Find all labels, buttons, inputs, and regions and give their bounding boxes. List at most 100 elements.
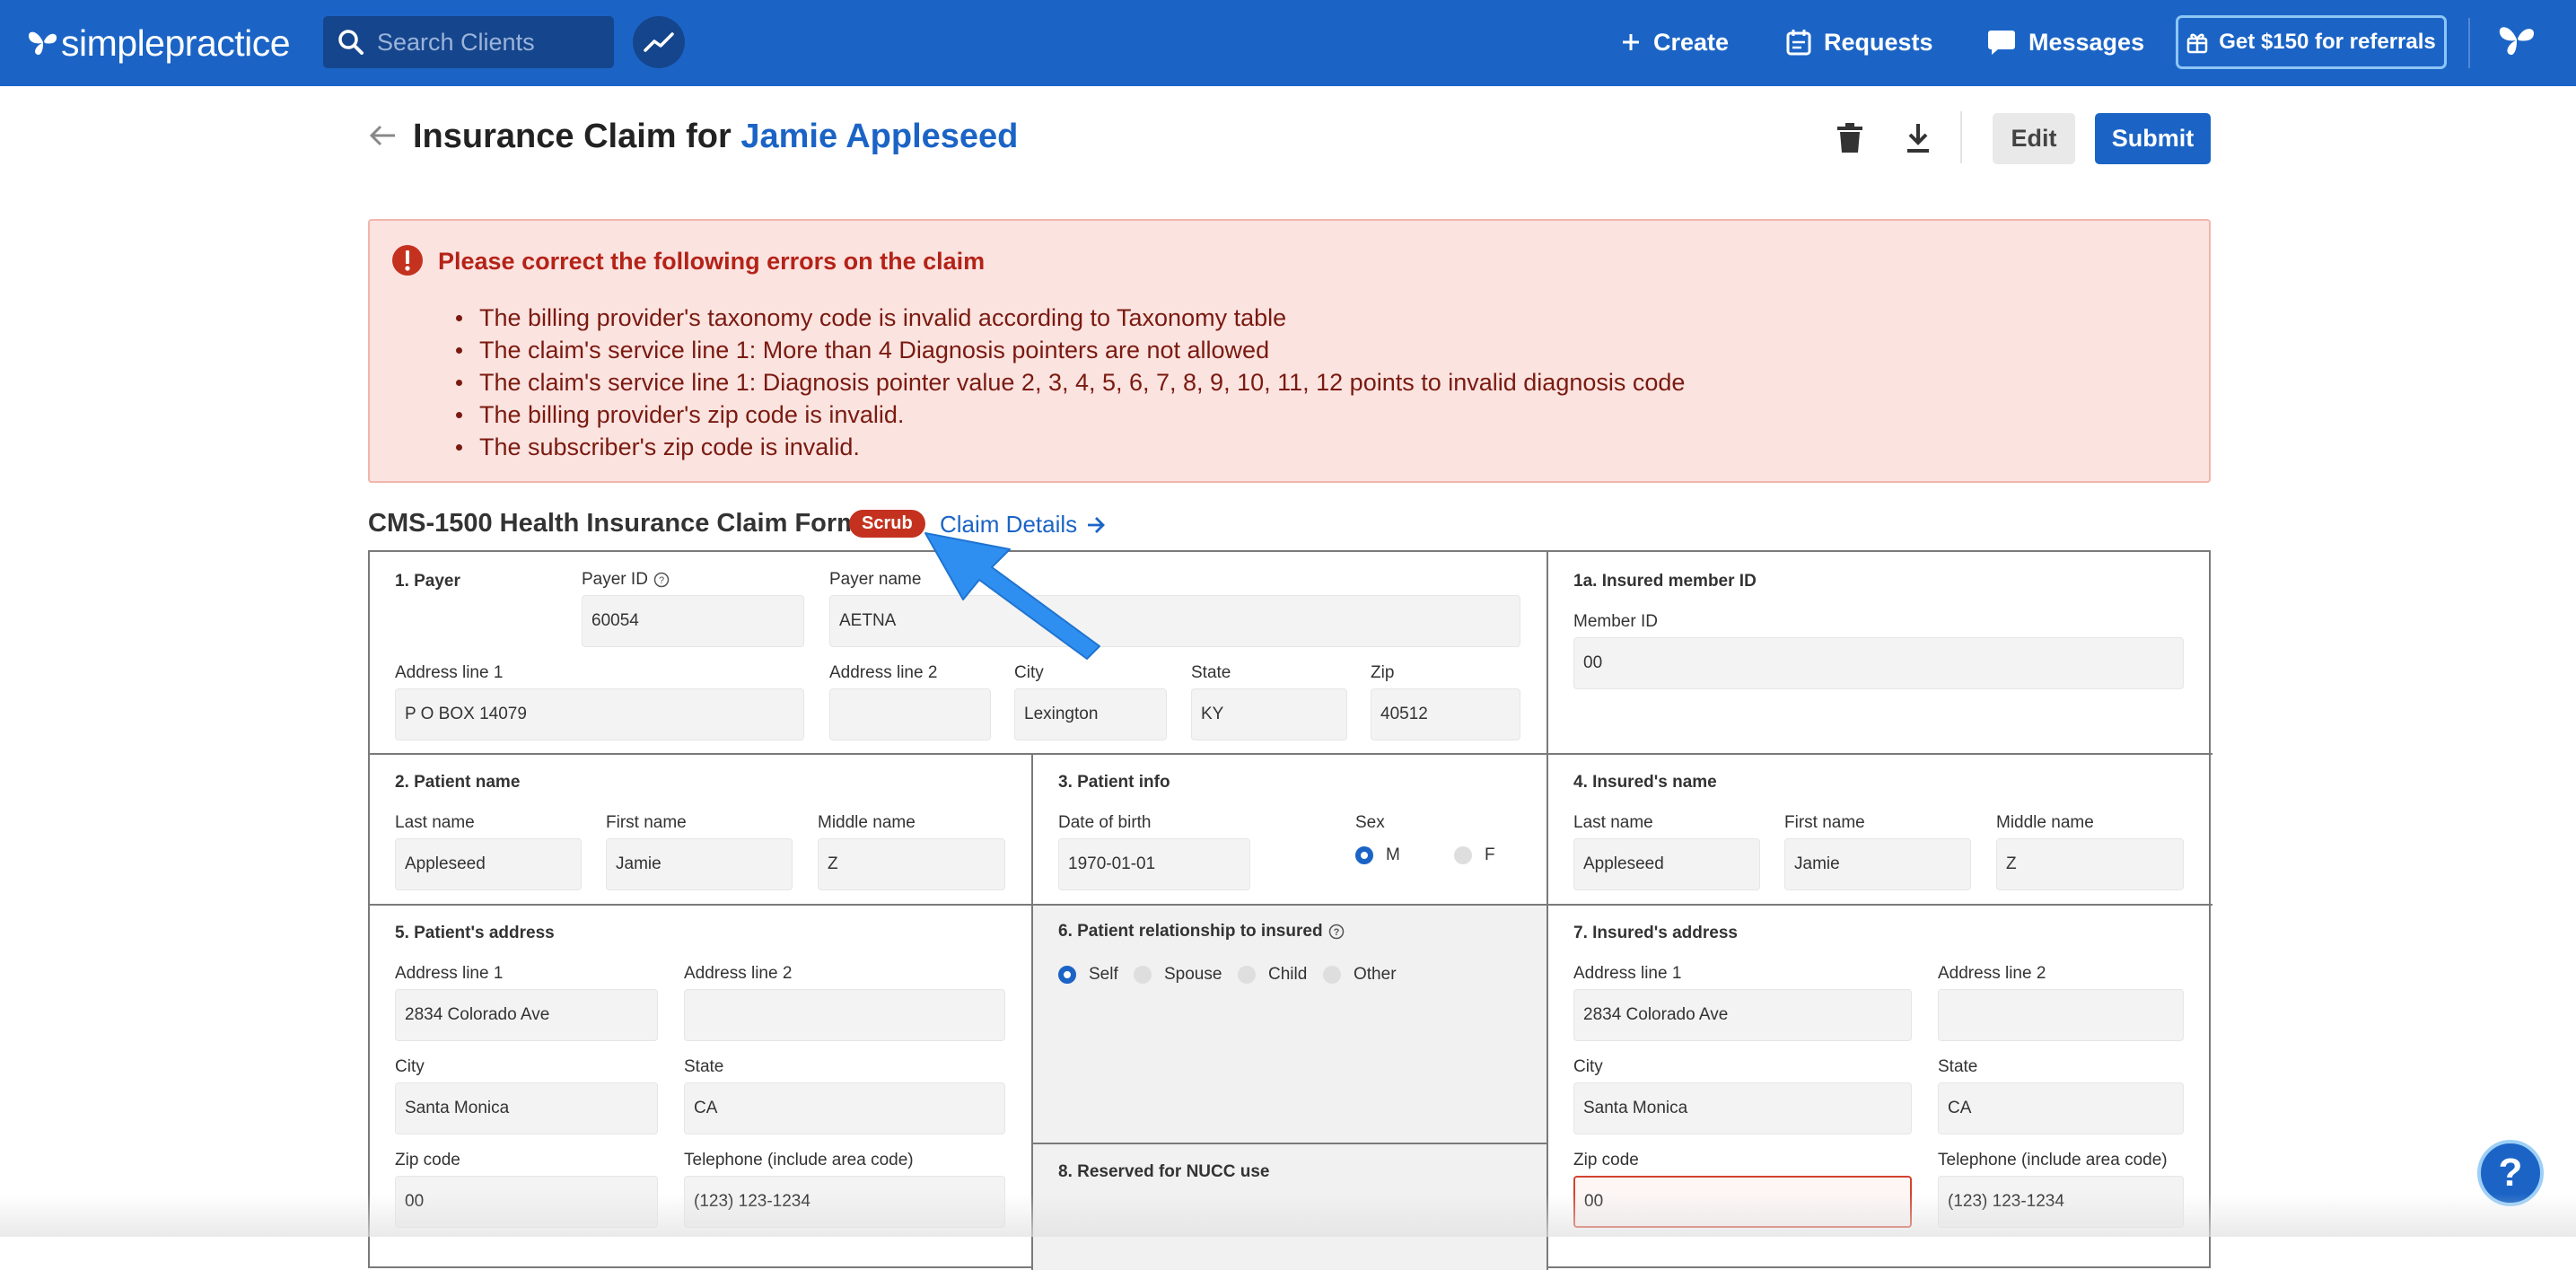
section-patient-address: 5. Patient's address <box>395 924 555 942</box>
patient-zip-label: Zip code <box>395 1151 460 1169</box>
cms1500-form: 1. Payer Payer ID ? 60054 Payer name AET… <box>368 550 2212 1270</box>
client-name-link[interactable]: Jamie Appleseed <box>740 118 1018 155</box>
grid-line <box>1031 1143 1548 1144</box>
relationship-child-label: Child <box>1268 965 1308 984</box>
trash-icon[interactable] <box>1835 122 1865 159</box>
patient-phone-field[interactable]: (123) 123-1234 <box>684 1176 1005 1228</box>
payer-id-field[interactable]: 60054 <box>582 595 804 647</box>
error-list: The billing provider's taxonomy code is … <box>455 302 1685 463</box>
patient-middle-field[interactable]: Z <box>818 838 1005 890</box>
create-label: Create <box>1653 28 1730 56</box>
error-alert: Please correct the following errors on t… <box>368 219 2211 483</box>
insured-addr2-field[interactable] <box>1938 989 2184 1041</box>
radio-unselected-icon <box>1454 846 1472 864</box>
payer-name-label: Payer name <box>829 570 922 589</box>
chat-bubble-icon <box>1988 31 2015 55</box>
insights-button[interactable] <box>633 16 685 68</box>
insured-city-field[interactable]: Santa Monica <box>1573 1082 1912 1134</box>
error-heading: Please correct the following errors on t… <box>438 248 986 275</box>
payer-addr2-label: Address line 2 <box>829 663 938 682</box>
error-item: The subscriber's zip code is invalid. <box>455 431 1685 463</box>
insured-state-field[interactable]: CA <box>1938 1082 2184 1134</box>
dob-label: Date of birth <box>1058 813 1152 832</box>
patient-addr1-label: Address line 1 <box>395 964 504 983</box>
radio-unselected-icon <box>1238 966 1256 984</box>
simplepractice-logo[interactable]: simple practice <box>27 16 291 70</box>
insured-city-label: City <box>1573 1057 1603 1076</box>
info-icon[interactable]: ? <box>653 572 670 588</box>
relationship-radio-other[interactable]: Other <box>1323 965 1397 985</box>
sex-radio-f[interactable]: F <box>1454 845 1495 865</box>
section-insured-member-id: 1a. Insured member ID <box>1573 572 1757 591</box>
payer-addr1-field[interactable]: P O BOX 14079 <box>395 688 804 740</box>
payer-addr1-label: Address line 1 <box>395 663 504 682</box>
radio-unselected-icon <box>1323 966 1341 984</box>
plus-icon <box>1623 34 1639 50</box>
scrub-badge: Scrub <box>849 510 925 538</box>
payer-state-field[interactable]: KY <box>1191 688 1347 740</box>
insured-phone-field[interactable]: (123) 123-1234 <box>1938 1176 2184 1228</box>
relationship-radio-child[interactable]: Child <box>1238 965 1307 985</box>
sex-m-label: M <box>1386 845 1400 864</box>
back-arrow-icon[interactable] <box>368 120 399 155</box>
form-title: CMS-1500 Health Insurance Claim Form <box>368 509 860 538</box>
sex-radio-m[interactable]: M <box>1355 845 1400 865</box>
download-icon[interactable] <box>1903 122 1933 159</box>
sex-f-label: F <box>1485 845 1495 864</box>
patient-addr1-field[interactable]: 2834 Colorado Ave <box>395 989 658 1041</box>
radio-selected-icon <box>1058 966 1076 984</box>
relationship-radio-self[interactable]: Self <box>1058 965 1118 985</box>
payer-state-label: State <box>1191 663 1231 682</box>
patient-city-field[interactable]: Santa Monica <box>395 1082 658 1134</box>
relationship-radio-spouse[interactable]: Spouse <box>1134 965 1222 985</box>
radio-unselected-icon <box>1134 966 1152 984</box>
patient-middle-label: Middle name <box>818 813 916 832</box>
patient-first-label: First name <box>606 813 687 832</box>
client-search[interactable] <box>323 16 614 68</box>
insured-first-label: First name <box>1784 813 1865 832</box>
insured-zip-label: Zip code <box>1573 1151 1639 1169</box>
section-payer: 1. Payer <box>395 572 460 591</box>
radio-selected-icon <box>1355 846 1373 864</box>
patient-state-field[interactable]: CA <box>684 1082 1005 1134</box>
help-button[interactable]: ? <box>2477 1140 2544 1206</box>
submit-button[interactable]: Submit <box>2095 113 2211 164</box>
patient-last-field[interactable]: Appleseed <box>395 838 582 890</box>
member-id-field[interactable]: 00 <box>1573 637 2184 689</box>
messages-button[interactable]: Messages <box>1987 20 2144 65</box>
payer-addr2-field[interactable] <box>829 688 991 740</box>
create-button[interactable]: Create <box>1621 20 1729 65</box>
search-input[interactable] <box>377 28 601 57</box>
referral-button[interactable]: Get $150 for referrals <box>2176 15 2447 69</box>
patient-zip-field[interactable]: 00 <box>395 1176 658 1228</box>
requests-button[interactable]: Requests <box>1786 20 1933 65</box>
error-item: The claim's service line 1: Diagnosis po… <box>455 366 1685 399</box>
page-title: Insurance Claim for Jamie Appleseed <box>413 118 1018 156</box>
insured-zip-field-error[interactable]: 00 <box>1573 1176 1912 1228</box>
insured-middle-field[interactable]: Z <box>1996 838 2184 890</box>
edit-button[interactable]: Edit <box>1993 113 2075 164</box>
error-icon <box>392 245 423 276</box>
trend-line-icon <box>644 32 674 52</box>
dob-field[interactable]: 1970-01-01 <box>1058 838 1250 890</box>
payer-id-label-text: Payer ID <box>582 570 648 589</box>
insured-addr1-field[interactable]: 2834 Colorado Ave <box>1573 989 1912 1041</box>
butterfly-menu-icon[interactable] <box>2497 22 2537 62</box>
payer-zip-field[interactable]: 40512 <box>1371 688 1520 740</box>
svg-text:?: ? <box>659 575 664 586</box>
logo-text-bold: practice <box>164 22 291 64</box>
payer-city-field[interactable]: Lexington <box>1014 688 1167 740</box>
top-nav: simplepractice Create Requests Messages <box>0 0 2576 86</box>
patient-first-field[interactable]: Jamie <box>606 838 793 890</box>
header-divider <box>1960 111 1962 163</box>
info-icon[interactable]: ? <box>1328 924 1345 940</box>
calendar-icon <box>1786 30 1811 56</box>
insured-last-field[interactable]: Appleseed <box>1573 838 1760 890</box>
patient-addr2-field[interactable] <box>684 989 1005 1041</box>
gift-icon <box>2187 33 2208 54</box>
section-insured-name: 4. Insured's name <box>1573 773 1717 792</box>
insured-state-label: State <box>1938 1057 1978 1076</box>
insured-first-field[interactable]: Jamie <box>1784 838 1971 890</box>
relationship-heading: 6. Patient relationship to insured <box>1058 922 1323 941</box>
payer-zip-label: Zip <box>1371 663 1395 682</box>
